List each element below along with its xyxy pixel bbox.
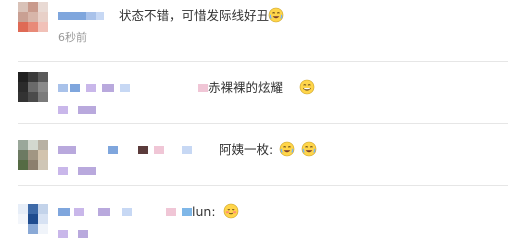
shy-smile-icon [223, 203, 239, 219]
username-mosaic[interactable] [58, 12, 86, 20]
comment-line: 阿姨一枚: [58, 141, 478, 158]
username-mosaic[interactable] [182, 146, 192, 154]
meta-mosaic [78, 106, 96, 114]
meta-mosaic [78, 230, 88, 238]
comment-line: lun: [58, 203, 478, 220]
username-mosaic[interactable] [58, 84, 68, 92]
username-mosaic[interactable] [74, 208, 84, 216]
laugh-cry-icon [279, 141, 295, 157]
comment-text: 阿姨一枚: [219, 142, 274, 157]
username-mosaic[interactable] [98, 208, 110, 216]
username-mosaic[interactable] [86, 84, 96, 92]
comment-item: 状态不错，可惜发际线好丑 6秒前 [0, 0, 508, 62]
laugh-cry-icon [268, 7, 284, 23]
username-mosaic[interactable] [182, 208, 192, 216]
username-mosaic[interactable] [166, 208, 176, 216]
meta-mosaic [58, 106, 68, 114]
username-mosaic[interactable] [108, 146, 118, 154]
comment-item: 赤裸裸的炫耀 [0, 62, 508, 124]
meta-mosaic [58, 230, 68, 238]
comment-line: 状态不错，可惜发际线好丑 [58, 7, 478, 24]
avatar[interactable] [18, 72, 48, 102]
username-mosaic[interactable] [96, 12, 104, 20]
avatar[interactable] [18, 204, 48, 234]
avatar[interactable] [18, 140, 48, 170]
grin-icon [299, 79, 315, 95]
timestamp: 6秒前 [58, 31, 87, 44]
username-mosaic[interactable] [58, 146, 76, 154]
username-mosaic[interactable] [70, 84, 80, 92]
username-mosaic[interactable] [154, 146, 164, 154]
username-mosaic[interactable] [138, 146, 148, 154]
username-mosaic[interactable] [120, 84, 130, 92]
comment-item: lun: [0, 186, 508, 250]
meta-mosaic [58, 167, 68, 175]
laugh-cry-icon [301, 141, 317, 157]
comment-feed: 状态不错，可惜发际线好丑 6秒前 赤裸裸的炫耀 阿姨一枚: lun: [0, 0, 508, 250]
avatar[interactable] [18, 2, 48, 32]
username-mosaic[interactable] [58, 208, 70, 216]
comment-text: 状态不错，可惜发际线好丑 [119, 8, 270, 23]
comment-line: 赤裸裸的炫耀 [58, 79, 478, 96]
username-mosaic[interactable] [86, 12, 96, 20]
username-mosaic[interactable] [122, 208, 132, 216]
meta-mosaic [78, 167, 96, 175]
username-mosaic[interactable] [102, 84, 114, 92]
comment-text: 赤裸裸的炫耀 [208, 80, 284, 95]
comment-item: 阿姨一枚: [0, 124, 508, 186]
comment-text: lun: [192, 204, 216, 219]
username-mosaic[interactable] [198, 84, 208, 92]
